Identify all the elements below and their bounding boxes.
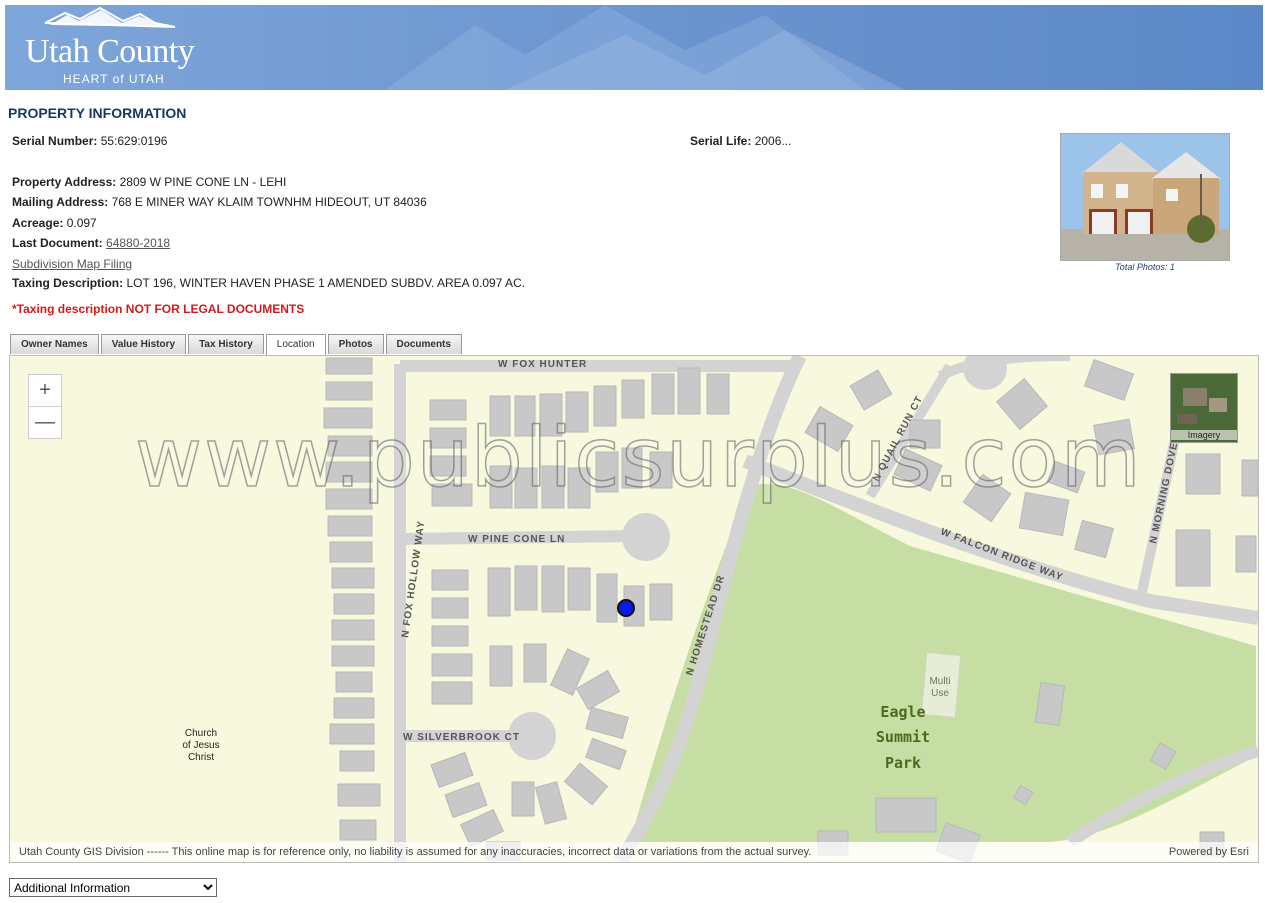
label-church-3: Christ	[188, 752, 214, 763]
taxing-description-label: Taxing Description:	[12, 276, 124, 290]
label-multi-1: Multi	[929, 676, 950, 687]
serial-number-label: Serial Number:	[12, 134, 98, 148]
last-document-label: Last Document:	[12, 236, 103, 250]
property-address-row: Property Address: 2809 W PINE CONE LN - …	[12, 175, 286, 189]
additional-information-select[interactable]: Additional Information	[9, 878, 217, 897]
map-attribution: Utah County GIS Division ------ This onl…	[10, 842, 1258, 862]
subdivision-row: Subdivision Map Filing	[12, 257, 132, 271]
tab-photos[interactable]: Photos	[327, 334, 384, 354]
acreage-label: Acreage:	[12, 216, 64, 230]
logo-title: Utah County	[25, 33, 195, 70]
mailing-address-value: 768 E MINER WAY KLAIM TOWNHM HIDEOUT, UT…	[111, 195, 427, 209]
label-pine-cone: W PINE CONE LN	[468, 534, 565, 545]
powered-by-esri-link[interactable]: Powered by Esri	[1169, 842, 1249, 862]
label-park-2: Summit	[876, 728, 930, 746]
parcel-marker	[617, 599, 635, 617]
house-image	[1061, 134, 1229, 260]
tab-location[interactable]: Location	[265, 334, 326, 356]
serial-number-row: Serial Number: 55:629:0196	[12, 134, 167, 148]
acreage-row: Acreage: 0.097	[12, 216, 97, 230]
tab-value-history[interactable]: Value History	[100, 334, 187, 354]
logo-subtitle: HEART of UTAH	[63, 72, 165, 86]
property-address-value: 2809 W PINE CONE LN - LEHI	[119, 175, 287, 189]
tab-tax-history[interactable]: Tax History	[188, 334, 264, 354]
last-document-link[interactable]: 64880-2018	[106, 236, 170, 250]
attribution-text: Utah County GIS Division ------ This onl…	[19, 846, 812, 858]
property-photo[interactable]	[1060, 133, 1230, 261]
label-fox-hunter: W FOX HUNTER	[498, 359, 587, 370]
header-banner: Utah County HEART of UTAH	[5, 5, 1263, 90]
mailing-address-label: Mailing Address:	[12, 195, 109, 209]
serial-life-row: Serial Life: 2006...	[690, 134, 791, 148]
page-title: PROPERTY INFORMATION	[8, 105, 187, 121]
legal-warning: *Taxing description NOT FOR LEGAL DOCUME…	[12, 302, 305, 316]
taxing-description-row: Taxing Description: LOT 196, WINTER HAVE…	[12, 276, 525, 290]
acreage-value: 0.097	[66, 216, 97, 230]
tab-documents[interactable]: Documents	[385, 334, 462, 354]
label-park-3: Park	[885, 754, 921, 772]
label-church-1: Church	[185, 728, 217, 739]
subdivision-map-link[interactable]: Subdivision Map Filing	[12, 257, 132, 271]
zoom-in-button[interactable]: +	[28, 374, 62, 407]
serial-life-value: 2006...	[754, 134, 792, 148]
photo-caption: Total Photos: 1	[1115, 262, 1175, 272]
zoom-out-button[interactable]: —	[28, 406, 62, 439]
imagery-basemap-toggle[interactable]: Imagery	[1170, 373, 1238, 443]
tab-bar: Owner Names Value History Tax History Lo…	[10, 334, 464, 356]
mailing-address-row: Mailing Address: 768 E MINER WAY KLAIM T…	[12, 195, 427, 209]
taxing-description-value: LOT 196, WINTER HAVEN PHASE 1 AMENDED SU…	[126, 276, 526, 290]
serial-number-value: 55:629:0196	[100, 134, 168, 148]
map-canvas: W FOX HUNTER W PINE CONE LN W SILVERBROO…	[182, 356, 1258, 862]
property-address-label: Property Address:	[12, 175, 117, 189]
label-silverbrook: W SILVERBROOK CT	[403, 732, 520, 743]
location-map[interactable]: W FOX HUNTER W PINE CONE LN W SILVERBROO…	[9, 355, 1259, 863]
imagery-label: Imagery	[1171, 430, 1237, 440]
serial-life-label: Serial Life:	[690, 134, 752, 148]
label-church-2: of Jesus	[182, 740, 219, 751]
label-park-1: Eagle	[880, 703, 925, 721]
label-multi-2: Use	[931, 688, 949, 699]
last-document-row: Last Document: 64880-2018	[12, 236, 170, 250]
tab-owner-names[interactable]: Owner Names	[10, 334, 99, 354]
